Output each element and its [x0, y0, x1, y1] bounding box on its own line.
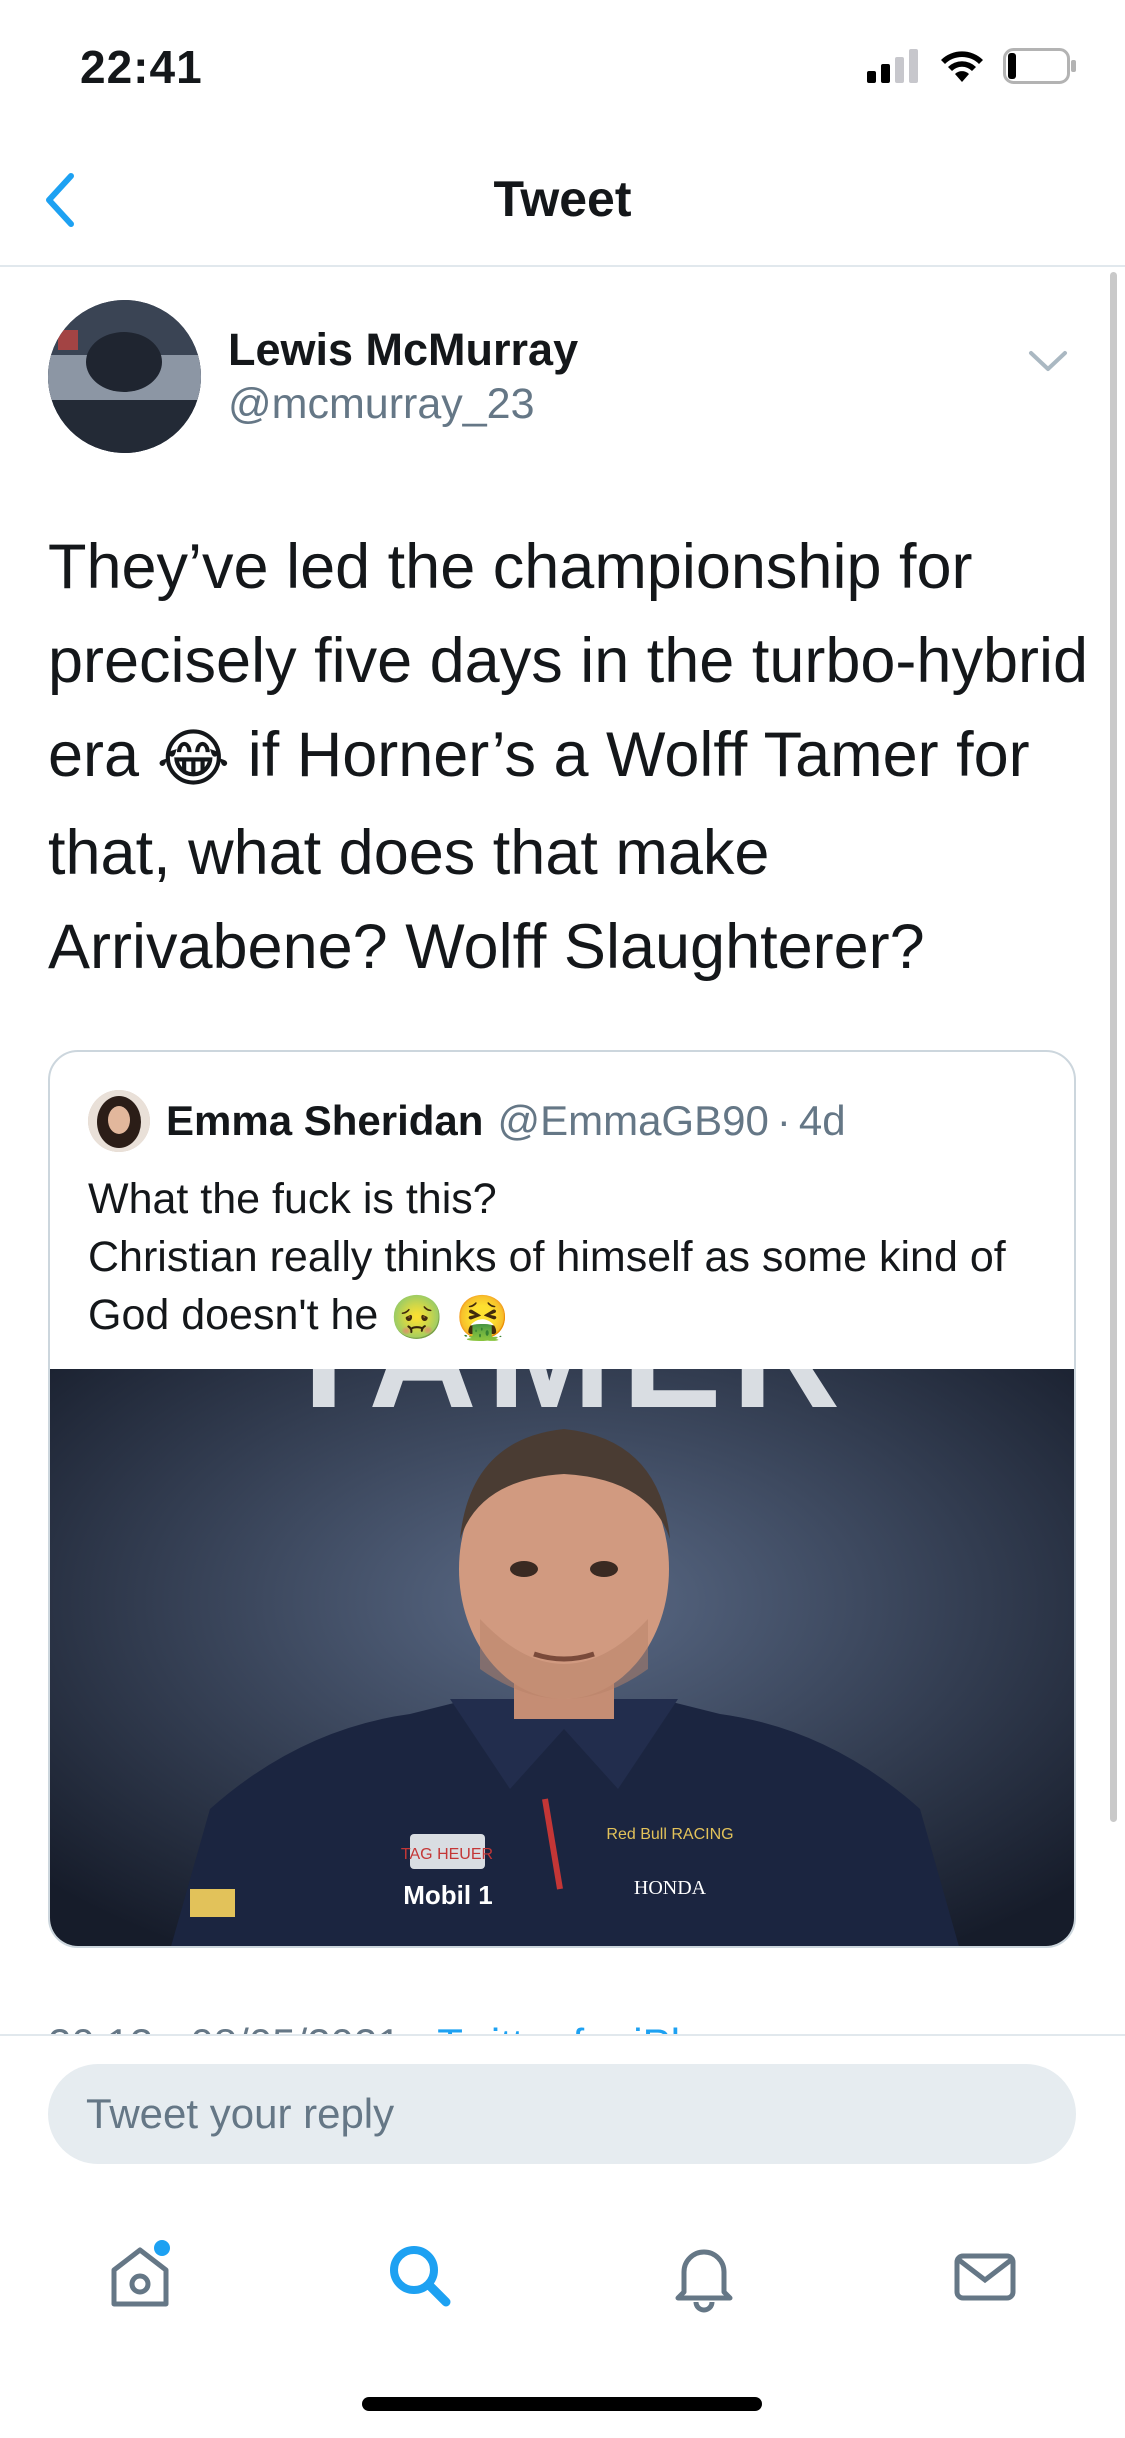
- vomiting-emoji: 🤮: [455, 1293, 510, 1342]
- image-tamer-text: TAMER: [278, 1369, 850, 1439]
- image-redbull-text: Red Bull RACING: [606, 1826, 733, 1843]
- quote-avatar: [88, 1090, 150, 1152]
- bottom-bar: Tweet your reply: [0, 2034, 1125, 2438]
- status-icons: [867, 48, 1077, 84]
- separator-dot: ·: [776, 1097, 791, 1144]
- more-options-button[interactable]: [1018, 336, 1078, 386]
- search-icon: [390, 2246, 451, 2307]
- tweet-text: They’ve led the championship for precise…: [48, 520, 1088, 994]
- quote-author-handle: @EmmaGB90: [497, 1097, 769, 1144]
- image-mobil-text: Mobil 1: [403, 1880, 493, 1910]
- reply-input[interactable]: Tweet your reply: [48, 2064, 1076, 2164]
- author-name[interactable]: Lewis McMurray: [228, 324, 578, 376]
- quote-header: Emma Sheridan @EmmaGB90 · 4d: [88, 1090, 846, 1152]
- home-indicator[interactable]: [362, 2397, 762, 2411]
- bell-icon: [675, 2249, 733, 2313]
- quote-author-name: Emma Sheridan: [166, 1097, 484, 1144]
- tab-messages[interactable]: [925, 2216, 1045, 2336]
- quoted-tweet[interactable]: Emma Sheridan @EmmaGB90 · 4d What the fu…: [48, 1050, 1076, 1948]
- nav-bar: Tweet: [0, 140, 1125, 267]
- tab-search[interactable]: [360, 2216, 480, 2336]
- image-tag-text: TAG HEUER: [401, 1846, 493, 1863]
- quote-text-line2: Christian really thinks of himself as so…: [88, 1233, 1006, 1339]
- laughing-emoji: 😂: [156, 724, 231, 795]
- battery-icon: [1003, 48, 1076, 84]
- author-handle[interactable]: @mcmurray_23: [228, 380, 535, 429]
- quote-timestamp: 4d: [798, 1097, 846, 1144]
- quote-text: What the fuck is this? Christian really …: [88, 1170, 1048, 1347]
- avatar[interactable]: [48, 300, 201, 453]
- home-icon: [111, 2240, 170, 2307]
- tab-bar: [0, 2216, 1125, 2336]
- scrollbar[interactable]: [1110, 272, 1117, 1822]
- tab-notifications[interactable]: [644, 2216, 764, 2336]
- tab-home[interactable]: [80, 2216, 200, 2336]
- page-title: Tweet: [493, 171, 632, 227]
- status-time: 22:41: [80, 41, 203, 93]
- chevron-down-icon: [1029, 351, 1067, 371]
- quote-image[interactable]: TAMER TAG HEUER Mobil 1 Red Bull RACING …: [50, 1271, 1074, 1946]
- image-honda-text: HONDA: [634, 1877, 707, 1899]
- quote-text-line1: What the fuck is this?: [88, 1175, 497, 1223]
- nauseated-emoji: 🤢: [390, 1293, 444, 1342]
- mail-icon: [954, 2253, 1016, 2301]
- status-bar: 22:41: [0, 0, 1125, 140]
- wifi-icon: [941, 51, 983, 82]
- signal-icon: [867, 49, 918, 83]
- tweet-author: Lewis McMurray @mcmurray_23: [48, 300, 1078, 460]
